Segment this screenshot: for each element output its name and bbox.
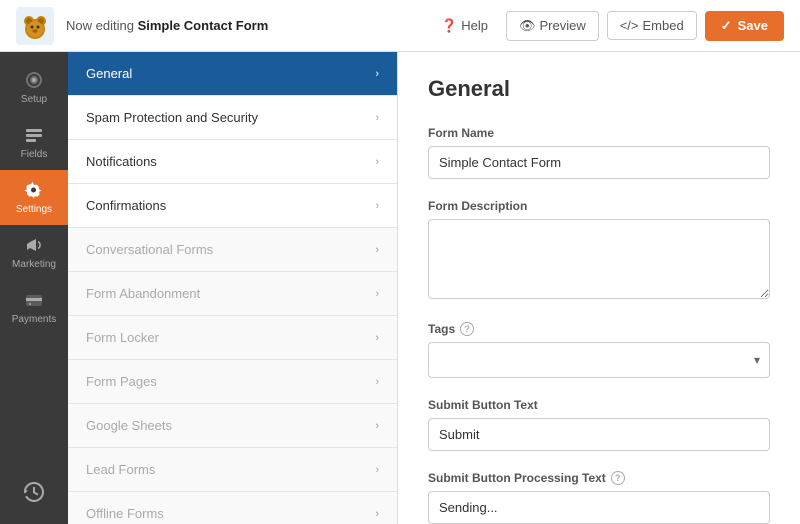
menu-item-conversational-forms[interactable]: Conversational Forms › xyxy=(68,228,397,272)
nav-item-history[interactable] xyxy=(20,472,48,512)
field-group-tags: Tags ? ▾ xyxy=(428,322,770,378)
chevron-right-icon: › xyxy=(375,332,379,344)
editing-title: Now editing Simple Contact Form xyxy=(66,18,419,33)
menu-conversational-label: Conversational Forms xyxy=(86,242,213,257)
nav-payments-label: Payments xyxy=(12,314,56,325)
field-group-processing-text: Submit Button Processing Text ? xyxy=(428,471,770,524)
chevron-right-icon: › xyxy=(375,288,379,300)
processing-help-icon[interactable]: ? xyxy=(611,471,625,485)
nav-item-fields[interactable]: Fields xyxy=(0,115,68,170)
chevron-right-icon: › xyxy=(375,508,379,520)
form-description-label: Form Description xyxy=(428,199,770,213)
field-group-form-description: Form Description xyxy=(428,199,770,302)
field-group-form-name: Form Name xyxy=(428,126,770,179)
form-name-label: Form Name xyxy=(428,126,770,140)
menu-general-label: General xyxy=(86,66,132,81)
nav-settings-label: Settings xyxy=(16,204,52,215)
menu-item-form-locker[interactable]: Form Locker › xyxy=(68,316,397,360)
embed-button[interactable]: </> Embed xyxy=(607,11,697,40)
menu-notifications-label: Notifications xyxy=(86,154,157,169)
icon-nav-bottom xyxy=(20,472,48,524)
page-title: General xyxy=(428,76,770,102)
tags-label: Tags ? xyxy=(428,322,770,336)
code-icon: </> xyxy=(620,18,639,33)
form-description-input[interactable] xyxy=(428,219,770,299)
nav-item-setup[interactable]: Setup xyxy=(0,60,68,115)
menu-google-sheets-label: Google Sheets xyxy=(86,418,172,433)
menu-item-notifications[interactable]: Notifications › xyxy=(68,140,397,184)
preview-button[interactable]: 👁 Preview xyxy=(506,11,599,41)
question-icon: ❓ xyxy=(441,18,457,34)
form-name-input[interactable] xyxy=(428,146,770,179)
menu-form-locker-label: Form Locker xyxy=(86,330,159,345)
form-name-title: Simple Contact Form xyxy=(138,18,269,33)
nav-setup-label: Setup xyxy=(21,94,47,105)
nav-item-settings[interactable]: Settings xyxy=(0,170,68,225)
menu-spam-label: Spam Protection and Security xyxy=(86,110,258,125)
field-group-submit-text: Submit Button Text xyxy=(428,398,770,451)
tags-select-wrapper: ▾ xyxy=(428,342,770,378)
processing-text-input[interactable] xyxy=(428,491,770,524)
menu-item-general[interactable]: General › xyxy=(68,52,397,96)
app-logo xyxy=(16,7,54,45)
main-layout: Setup Fields Settings Marketing Payments… xyxy=(0,52,800,524)
chevron-right-icon: › xyxy=(375,68,379,80)
chevron-right-icon: › xyxy=(375,244,379,256)
menu-lead-forms-label: Lead Forms xyxy=(86,462,155,477)
processing-text-label: Submit Button Processing Text ? xyxy=(428,471,770,485)
chevron-right-icon: › xyxy=(375,464,379,476)
menu-item-form-pages[interactable]: Form Pages › xyxy=(68,360,397,404)
icon-nav: Setup Fields Settings Marketing Payments xyxy=(0,52,68,524)
chevron-right-icon: › xyxy=(375,200,379,212)
chevron-right-icon: › xyxy=(375,156,379,168)
check-icon: ✓ xyxy=(721,18,732,34)
menu-form-pages-label: Form Pages xyxy=(86,374,157,389)
help-button[interactable]: ❓ Help xyxy=(431,12,498,40)
topbar: Now editing Simple Contact Form ❓ Help 👁… xyxy=(0,0,800,52)
menu-item-confirmations[interactable]: Confirmations › xyxy=(68,184,397,228)
tags-select[interactable] xyxy=(428,342,770,378)
eye-icon: 👁 xyxy=(519,18,536,34)
topbar-actions: ❓ Help 👁 Preview </> Embed ✓ Save xyxy=(431,11,784,41)
chevron-right-icon: › xyxy=(375,420,379,432)
settings-menu: General › Spam Protection and Security ›… xyxy=(68,52,398,524)
tags-help-icon[interactable]: ? xyxy=(460,322,474,336)
content-area: General Form Name Form Description Tags … xyxy=(398,52,800,524)
chevron-right-icon: › xyxy=(375,112,379,124)
menu-form-abandonment-label: Form Abandonment xyxy=(86,286,200,301)
save-button[interactable]: ✓ Save xyxy=(705,11,784,41)
menu-offline-forms-label: Offline Forms xyxy=(86,506,164,521)
menu-item-lead-forms[interactable]: Lead Forms › xyxy=(68,448,397,492)
nav-marketing-label: Marketing xyxy=(12,259,56,270)
submit-button-text-input[interactable] xyxy=(428,418,770,451)
submit-text-label: Submit Button Text xyxy=(428,398,770,412)
nav-item-marketing[interactable]: Marketing xyxy=(0,225,68,280)
menu-confirmations-label: Confirmations xyxy=(86,198,166,213)
chevron-right-icon: › xyxy=(375,376,379,388)
menu-item-offline-forms[interactable]: Offline Forms › xyxy=(68,492,397,524)
nav-fields-label: Fields xyxy=(21,149,48,160)
menu-item-form-abandonment[interactable]: Form Abandonment › xyxy=(68,272,397,316)
menu-item-spam-protection[interactable]: Spam Protection and Security › xyxy=(68,96,397,140)
menu-item-google-sheets[interactable]: Google Sheets › xyxy=(68,404,397,448)
nav-item-payments[interactable]: Payments xyxy=(0,280,68,335)
